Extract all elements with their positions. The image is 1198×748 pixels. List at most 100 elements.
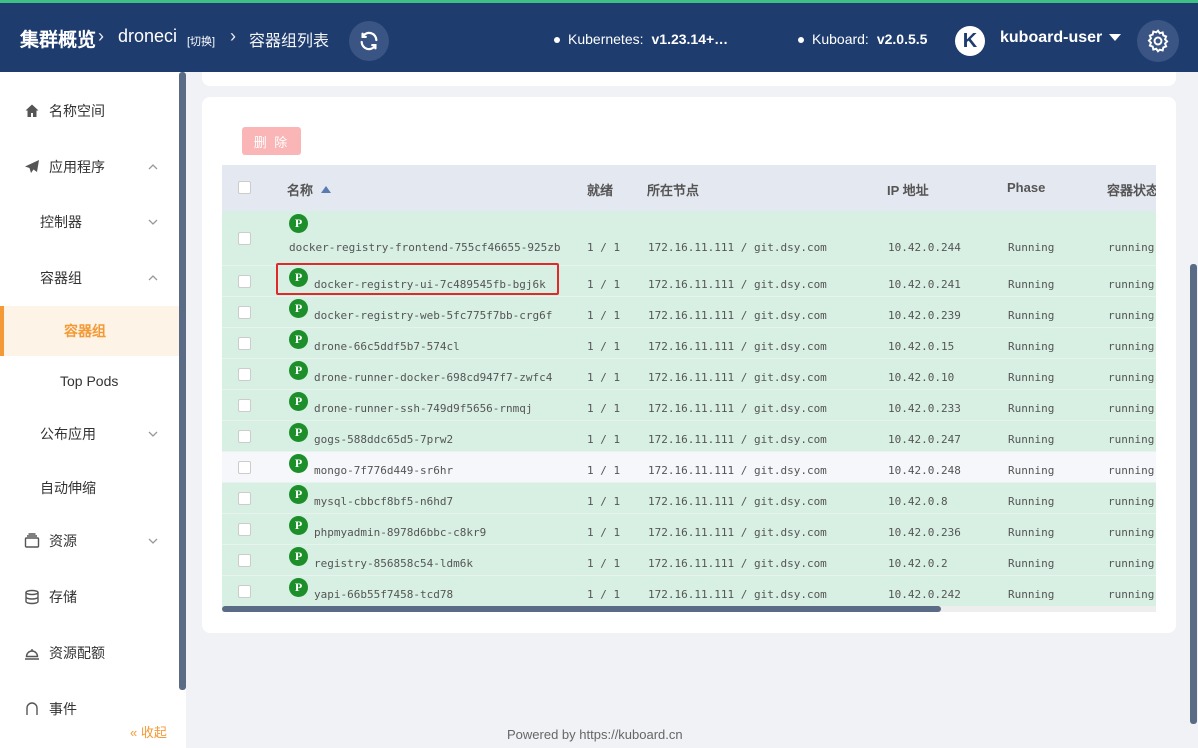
home-icon xyxy=(23,102,41,120)
pod-name-link[interactable]: mysql-cbbcf8bf5-n6hd7 xyxy=(314,495,453,508)
chevron-down-icon xyxy=(148,538,158,544)
pod-name-link[interactable]: yapi-66b55f7458-tcd78 xyxy=(314,588,453,601)
phase-badge: P xyxy=(289,330,308,349)
pod-node: 172.16.11.111 / git.dsy.com xyxy=(648,241,827,254)
breadcrumb-separator-icon: › xyxy=(230,26,236,46)
sidebar-item-autoscaling[interactable]: 自动伸缩 xyxy=(0,463,180,513)
pod-name-link[interactable]: mongo-7f776d449-sr6hr xyxy=(314,464,453,477)
row-checkbox[interactable] xyxy=(238,232,251,245)
row-checkbox[interactable] xyxy=(238,585,251,598)
user-menu[interactable]: kuboard-user xyxy=(1000,29,1102,47)
sidebar-item-quota[interactable]: 资源配额 xyxy=(0,628,180,678)
row-checkbox[interactable] xyxy=(238,430,251,443)
sidebar-item-applications[interactable]: 应用程序 xyxy=(0,142,180,192)
horizontal-scrollbar-thumb[interactable] xyxy=(222,606,941,612)
pod-name-link[interactable]: drone-66c5ddf5b7-574cl xyxy=(314,340,460,353)
switch-namespace-link[interactable]: [切换] xyxy=(187,33,215,49)
pod-node: 172.16.11.111 / git.dsy.com xyxy=(648,526,827,539)
pod-ready: 1 / 1 xyxy=(587,464,621,477)
footer: Powered by https://kuboard.cn xyxy=(507,727,683,742)
pod-name-link[interactable]: docker-registry-ui-7c489545fb-bgj6k xyxy=(314,278,546,291)
table-row[interactable]: Pmysql-cbbcf8bf5-n6hd7 1 / 1 172.16.11.111… xyxy=(222,483,1156,514)
row-checkbox[interactable] xyxy=(238,399,251,412)
horizontal-scrollbar[interactable] xyxy=(222,606,1156,612)
table-row[interactable]: Pmongo-7f776d449-sr6hr 1 / 1 172.16.11.111… xyxy=(222,452,1156,483)
table-row[interactable]: Pdrone-runner-ssh-749d9f5656-rnmqj 1 / 1 1… xyxy=(222,390,1156,421)
pod-container-state: running xyxy=(1108,464,1155,477)
phase-badge: P xyxy=(289,299,308,318)
sidebar-item-pod-group[interactable]: 容器组 xyxy=(0,253,180,303)
pod-phase: Running xyxy=(1008,402,1055,415)
collapse-sidebar-button[interactable]: « 收起 xyxy=(130,722,167,741)
refresh-button[interactable] xyxy=(349,21,389,61)
pod-phase: Running xyxy=(1008,495,1055,508)
table-row[interactable]: Pdrone-66c5ddf5b7-574cl 1 / 1 172.16.11.11… xyxy=(222,328,1156,359)
row-checkbox[interactable] xyxy=(238,554,251,567)
pod-name-link[interactable]: gogs-588ddc65d5-7prw2 xyxy=(314,433,453,446)
caret-down-icon[interactable] xyxy=(1109,34,1121,41)
chevron-down-icon xyxy=(148,431,158,437)
select-all-checkbox[interactable] xyxy=(238,181,251,194)
pod-ip: 10.42.0.248 xyxy=(888,464,961,477)
kuboard-link[interactable]: https://kuboard.cn xyxy=(579,727,682,742)
pod-node: 172.16.11.111 / git.dsy.com xyxy=(648,278,827,291)
sidebar-item-namespace[interactable]: 名称空间 xyxy=(0,86,180,136)
row-checkbox[interactable] xyxy=(238,337,251,350)
table-row[interactable]: Pdocker-registry-frontend-755cf46655-925… xyxy=(222,211,1156,266)
sidebar-item-controllers[interactable]: 控制器 xyxy=(0,197,180,247)
pod-phase: Running xyxy=(1008,557,1055,570)
pod-name-link[interactable]: drone-runner-ssh-749d9f5656-rnmqj xyxy=(314,402,533,415)
phase-badge: P xyxy=(289,214,308,233)
row-checkbox[interactable] xyxy=(238,492,251,505)
column-header-name[interactable]: 名称 xyxy=(287,180,331,199)
settings-button[interactable] xyxy=(1137,20,1179,62)
phase-badge: P xyxy=(289,578,308,597)
delete-button[interactable]: 删 除 xyxy=(242,127,301,155)
sidebar-item-publish-app[interactable]: 公布应用 xyxy=(0,409,180,459)
table-row[interactable]: Pregistry-856858c54-ldm6k 1 / 1 172.16.11.… xyxy=(222,545,1156,576)
pod-name-link[interactable]: drone-runner-docker-698cd947f7-zwfc4 xyxy=(314,371,552,384)
pod-ready: 1 / 1 xyxy=(587,278,621,291)
breadcrumb-separator-icon: › xyxy=(98,26,104,46)
table-row[interactable]: Pphpmyadmin-8978d6bbc-c8kr9 1 / 1 172.16.1… xyxy=(222,514,1156,545)
sidebar-item-pods[interactable]: 容器组 xyxy=(0,306,180,356)
top-header: 集群概览 › droneci [切换] › 容器组列表 Kubernetes: v… xyxy=(0,0,1198,72)
phase-badge: P xyxy=(289,268,308,287)
sidebar-item-resources[interactable]: 资源 xyxy=(0,516,180,566)
pod-ready: 1 / 1 xyxy=(587,371,621,384)
avatar[interactable]: K xyxy=(955,26,985,56)
sidebar-item-top-pods[interactable]: Top Pods xyxy=(0,356,180,406)
table-header: 名称 就绪 所在节点 IP 地址 Phase 容器状态 xyxy=(222,165,1156,211)
pod-container-state: running xyxy=(1108,402,1155,415)
pod-name-link[interactable]: phpmyadmin-8978d6bbc-c8kr9 xyxy=(314,526,486,539)
table-row[interactable]: Pdocker-registry-web-5fc775f7bb-crg6f 1 /… xyxy=(222,297,1156,328)
page-scrollbar[interactable] xyxy=(1190,264,1197,724)
table-row[interactable]: Pdocker-registry-ui-7c489545fb-bgj6k 1 / … xyxy=(222,266,1156,297)
column-header-ready: 就绪 xyxy=(587,183,614,198)
breadcrumb-cluster-overview[interactable]: 集群概览 xyxy=(20,25,96,52)
sidebar: 名称空间 应用程序 控制器 容器组 容器组 Top Pods 公布应用 自动伸缩… xyxy=(0,72,186,748)
pod-ip: 10.42.0.239 xyxy=(888,309,961,322)
pod-node: 172.16.11.111 / git.dsy.com xyxy=(648,464,827,477)
breadcrumb-namespace[interactable]: droneci xyxy=(118,26,177,47)
pod-name-link[interactable]: docker-registry-web-5fc775f7bb-crg6f xyxy=(314,309,552,322)
pod-node: 172.16.11.111 / git.dsy.com xyxy=(648,371,827,384)
pod-phase: Running xyxy=(1008,309,1055,322)
row-checkbox[interactable] xyxy=(238,461,251,474)
row-checkbox[interactable] xyxy=(238,523,251,536)
table-row[interactable]: Pyapi-66b55f7458-tcd78 1 / 1 172.16.11.111… xyxy=(222,576,1156,607)
sort-ascending-icon[interactable] xyxy=(320,186,331,194)
sidebar-item-storage[interactable]: 存储 xyxy=(0,572,180,622)
pod-name-link[interactable]: docker-registry-frontend-755cf46655-925z… xyxy=(289,241,561,254)
pod-ready: 1 / 1 xyxy=(587,241,621,254)
table-row[interactable]: Pdrone-runner-docker-698cd947f7-zwfc4 1 /… xyxy=(222,359,1156,390)
table-row[interactable]: Pgogs-588ddc65d5-7prw2 1 / 1 172.16.11.111… xyxy=(222,421,1156,452)
row-checkbox[interactable] xyxy=(238,306,251,319)
pod-name-link[interactable]: registry-856858c54-ldm6k xyxy=(314,557,473,570)
row-checkbox[interactable] xyxy=(238,368,251,381)
phase-badge: P xyxy=(289,485,308,504)
row-checkbox[interactable] xyxy=(238,275,251,288)
pod-ready: 1 / 1 xyxy=(587,588,621,601)
phase-badge: P xyxy=(289,547,308,566)
sidebar-scrollbar[interactable] xyxy=(179,72,186,690)
